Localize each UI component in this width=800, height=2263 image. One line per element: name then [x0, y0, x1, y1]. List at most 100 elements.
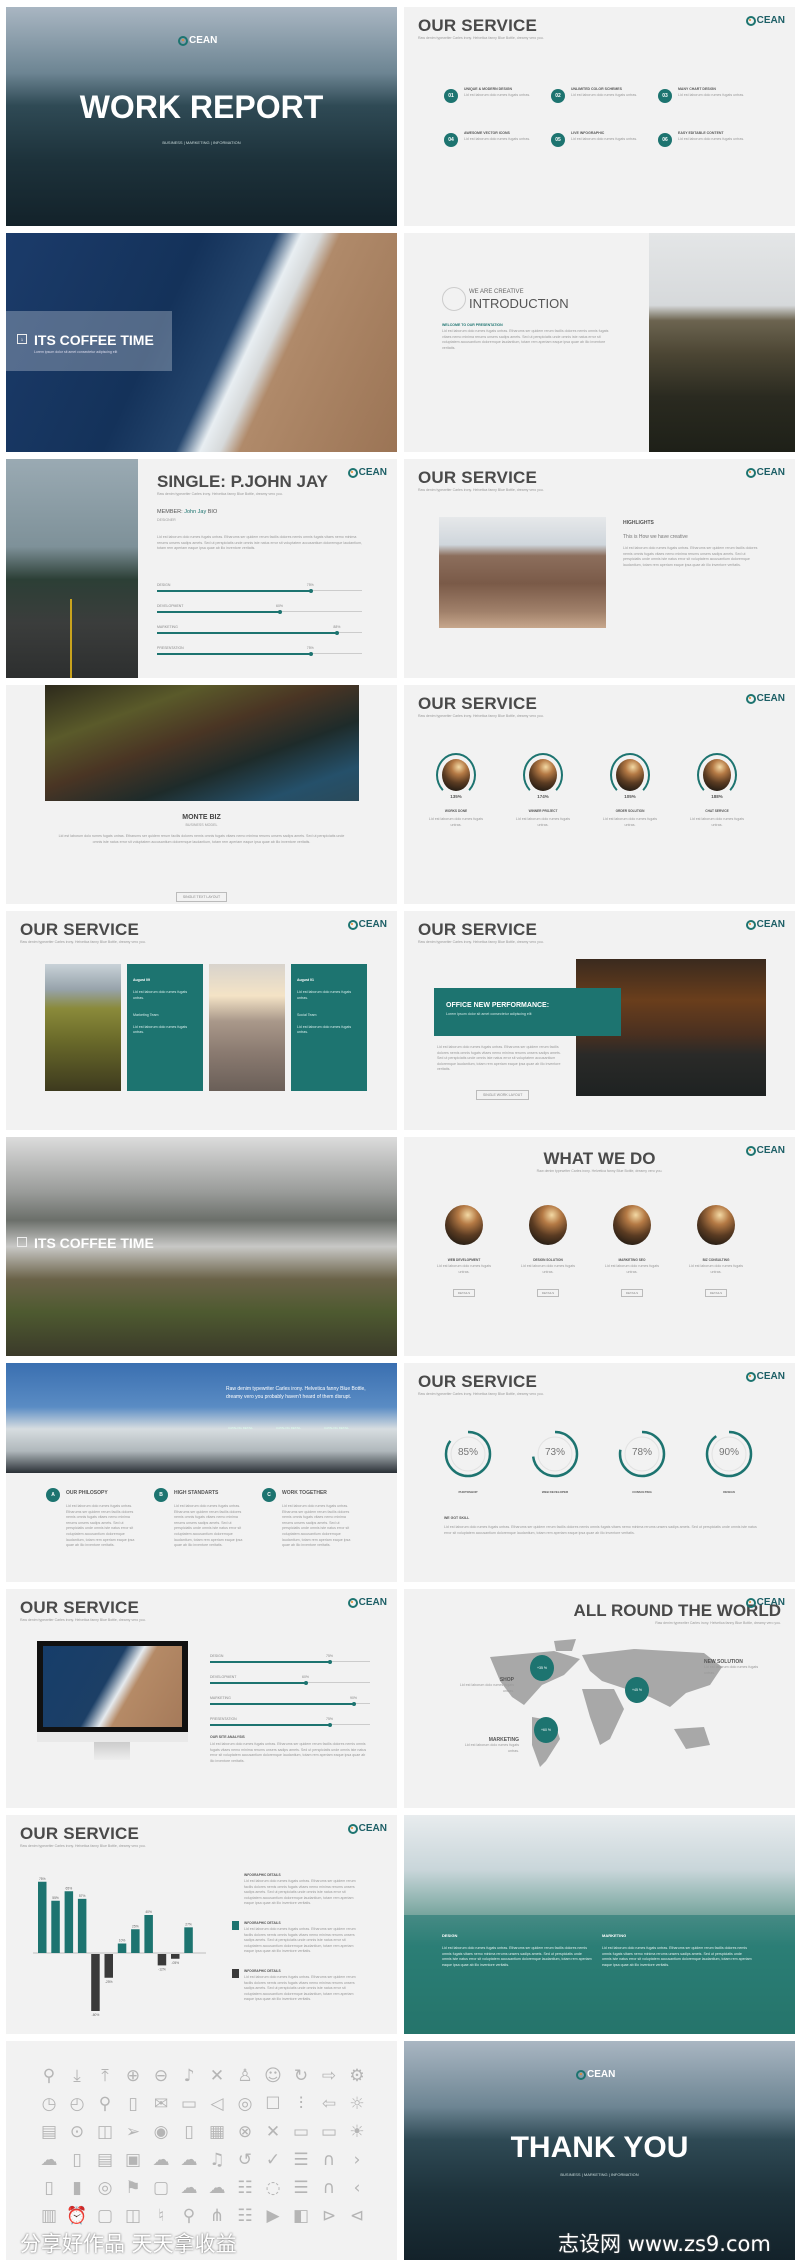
- bar-value-label: 10%: [119, 1939, 126, 1943]
- monte-title: MONTE BIZ: [182, 814, 221, 821]
- slide-what-we-do[interactable]: WHAT WE DO Raw denim typewriter Carles i…: [404, 1137, 795, 1356]
- logo-icon: [576, 2069, 586, 2080]
- logo-icon: [745, 1145, 756, 1156]
- bar-value-label: 55%: [52, 1896, 59, 1900]
- map-bubble[interactable]: +45 %: [625, 1677, 649, 1703]
- skill-ring: 78% CONSULTING: [615, 1427, 669, 1494]
- window-icon: ▢: [96, 2206, 114, 2226]
- circle-outline: [442, 287, 466, 311]
- search-chat-icon: ◌: [265, 2178, 281, 2198]
- slide-monitor[interactable]: OUR SERVICE Raw denim typewriter Carles …: [6, 1589, 397, 1808]
- logo-icon: [745, 693, 756, 704]
- skill-bar: DEVELOPMENT 60%: [157, 604, 362, 614]
- upload-icon: ⤒: [101, 2066, 109, 2086]
- slide-highlights[interactable]: OUR SERVICE Raw denim typewriter Carles …: [404, 459, 795, 678]
- dog-photo: [445, 1205, 483, 1245]
- map-label: NEW SOLUTION Lid est laborum dolo rumes …: [704, 1659, 759, 1675]
- slide-philosophy[interactable]: Raw denim typewriter Carles irony. Helve…: [6, 1363, 397, 1582]
- details-button[interactable]: DETAILS: [704, 1289, 728, 1298]
- headphones-icon: ∩: [322, 2150, 336, 2170]
- map-label: MARKETING Lid est laborum dolo rumes fug…: [464, 1737, 519, 1753]
- monitor-screen: [37, 1641, 188, 1732]
- bar: [171, 1954, 180, 1959]
- slide-coffee-time[interactable]: 1 ITS COFFEE TIME Lorem ipsum dolor sit …: [6, 233, 397, 452]
- logo: CEAN: [745, 919, 785, 930]
- wave-column: MARKETING Lid est laborum dolo rumes fug…: [602, 1933, 752, 1967]
- map-bubble[interactable]: +60 %: [534, 1717, 558, 1743]
- slide-bar-chart[interactable]: OUR SERVICE Raw denim typewriter Carles …: [6, 1815, 397, 2034]
- stamp-icon: ♙: [237, 2066, 253, 2086]
- thanks-subtitle: BUSINESS | MARKETING | INFORMATION: [560, 2172, 639, 2177]
- bar: [144, 1915, 153, 1953]
- slide-service-grid[interactable]: OUR SERVICE Raw denim typewriter Carles …: [404, 7, 795, 226]
- slide-title: OUR SERVICE: [418, 694, 538, 713]
- bar-value-label: -60%: [92, 2013, 100, 2017]
- slide-member[interactable]: SINGLE: P.JOHN JAY Raw denim typewriter …: [6, 459, 397, 678]
- single-work-button[interactable]: SINGLE WORK LAYOUT: [476, 1090, 530, 1100]
- road-line: [70, 599, 72, 678]
- list-check-icon: ☷: [237, 2206, 253, 2226]
- service-card: MARKETING SEO Lid est laborum dolo rumes…: [602, 1205, 662, 1299]
- member-role: DESIGNER: [157, 518, 176, 522]
- dog-photo: [697, 1205, 735, 1245]
- refresh-circle-icon: ↺: [237, 2150, 253, 2170]
- details-button[interactable]: DETAILS: [536, 1289, 560, 1298]
- plus-circle-icon: ⊕: [125, 2066, 141, 2086]
- map-bubble[interactable]: +35 %: [530, 1655, 554, 1681]
- sliders-icon: ⫶: [298, 2094, 304, 2114]
- slide-world[interactable]: ALL ROUND THE WORLD Raw denim typewriter…: [404, 1589, 795, 1808]
- slide-waves[interactable]: DESIGN Lid est laborum dolo rumes fugats…: [404, 1815, 795, 2034]
- progress-circle-item: 188% CHAT SERVICE Lid est laborum dolo r…: [687, 753, 747, 828]
- minus-circle-icon: ⊖: [153, 2066, 169, 2086]
- progress-ring: [610, 753, 650, 797]
- card-0: August 09 Lid est laborum dolo rumes fug…: [127, 964, 203, 1091]
- play-circle-icon: ⊳: [321, 2206, 337, 2226]
- logo-icon: [745, 15, 756, 26]
- slide-subtitle: Raw denim typewriter Carles irony. Helve…: [536, 1169, 663, 1173]
- slide-introduction[interactable]: WE ARE CREATIVE INTRODUCTION WELCOME TO …: [404, 233, 795, 452]
- legend-swatch: [232, 1921, 239, 1930]
- details-button[interactable]: DETAILS: [620, 1289, 644, 1298]
- bar-value-label: 75%: [39, 1877, 46, 1881]
- logo: CEAN: [745, 15, 785, 26]
- document-icon: ▯: [72, 2150, 82, 2170]
- slide-monte-biz[interactable]: MONTE BIZ BUSINESS MODEL Lid est laborum…: [6, 685, 397, 904]
- catalog-link[interactable]: CATALOG DETAIL: [228, 1426, 253, 1430]
- slide-rings[interactable]: OUR SERVICE Raw denim typewriter Carles …: [404, 1363, 795, 1582]
- skill-ring: 90% DESIGN: [702, 1427, 756, 1494]
- dog-photo: [703, 759, 731, 791]
- list-lines-icon: ☰: [293, 2178, 309, 2198]
- trash-icon: ▯: [128, 2094, 138, 2114]
- slide-subtitle: Raw denim typewriter Carles irony. Helve…: [418, 1392, 544, 1396]
- skill-bar: PRESENTATION 75%: [210, 1717, 370, 1727]
- details-button[interactable]: DETAILS: [452, 1289, 476, 1298]
- card-1: August 01 Lid est laborum dolo rumes fug…: [291, 964, 367, 1091]
- logo: CEAN: [347, 1823, 387, 1834]
- catalog-link[interactable]: CATALOG DETAIL: [276, 1426, 301, 1430]
- logo-icon: [745, 467, 756, 478]
- analysis-text: Lid est laborum dolo rumes fugats untras…: [210, 1742, 367, 1763]
- slide-subtitle: Raw denim typewriter Carles irony. Helve…: [20, 1618, 146, 1622]
- highlights-tagline: This is How we have creative: [623, 534, 688, 540]
- slide-title: OUR SERVICE: [20, 1598, 140, 1617]
- logo-icon: [347, 467, 358, 478]
- slide-office[interactable]: OUR SERVICE Raw denim typewriter Carles …: [404, 911, 795, 1130]
- progress-circle-item: 174% WINNER PROJECT Lid est laborum dolo…: [513, 753, 573, 828]
- slide-title: OUR SERVICE: [20, 920, 140, 939]
- headset-icon: ∩: [322, 2178, 336, 2198]
- world-map: [490, 1639, 722, 1767]
- send-icon: ➢: [125, 2122, 141, 2142]
- slide-cards[interactable]: OUR SERVICE Raw denim typewriter Carles …: [6, 911, 397, 1130]
- slide-coffee-time-2[interactable]: ITS COFFEE TIME: [6, 1137, 397, 1356]
- download-circle-icon: ⊙: [69, 2122, 85, 2142]
- slide-subtitle: Raw denim typewriter Carles irony. Helve…: [418, 714, 544, 718]
- member-bio: Lid est laborum dolo rumes fugats untras…: [157, 535, 362, 551]
- slide-cover[interactable]: CEAN WORK REPORT BUSINESS | MARKETING | …: [6, 7, 397, 226]
- slide-progress-circles[interactable]: OUR SERVICE Raw denim typewriter Carles …: [404, 685, 795, 904]
- catalog-link[interactable]: CATALOG DETAIL: [324, 1426, 349, 1430]
- box-icon: 1: [17, 334, 27, 344]
- number-badge: 02: [551, 89, 565, 103]
- single-layout-button[interactable]: SINGLE TEXT LAYOUT: [175, 892, 228, 902]
- lightbulb-icon: ☼: [349, 2094, 365, 2114]
- cloud-small-icon: ☁: [180, 2178, 198, 2198]
